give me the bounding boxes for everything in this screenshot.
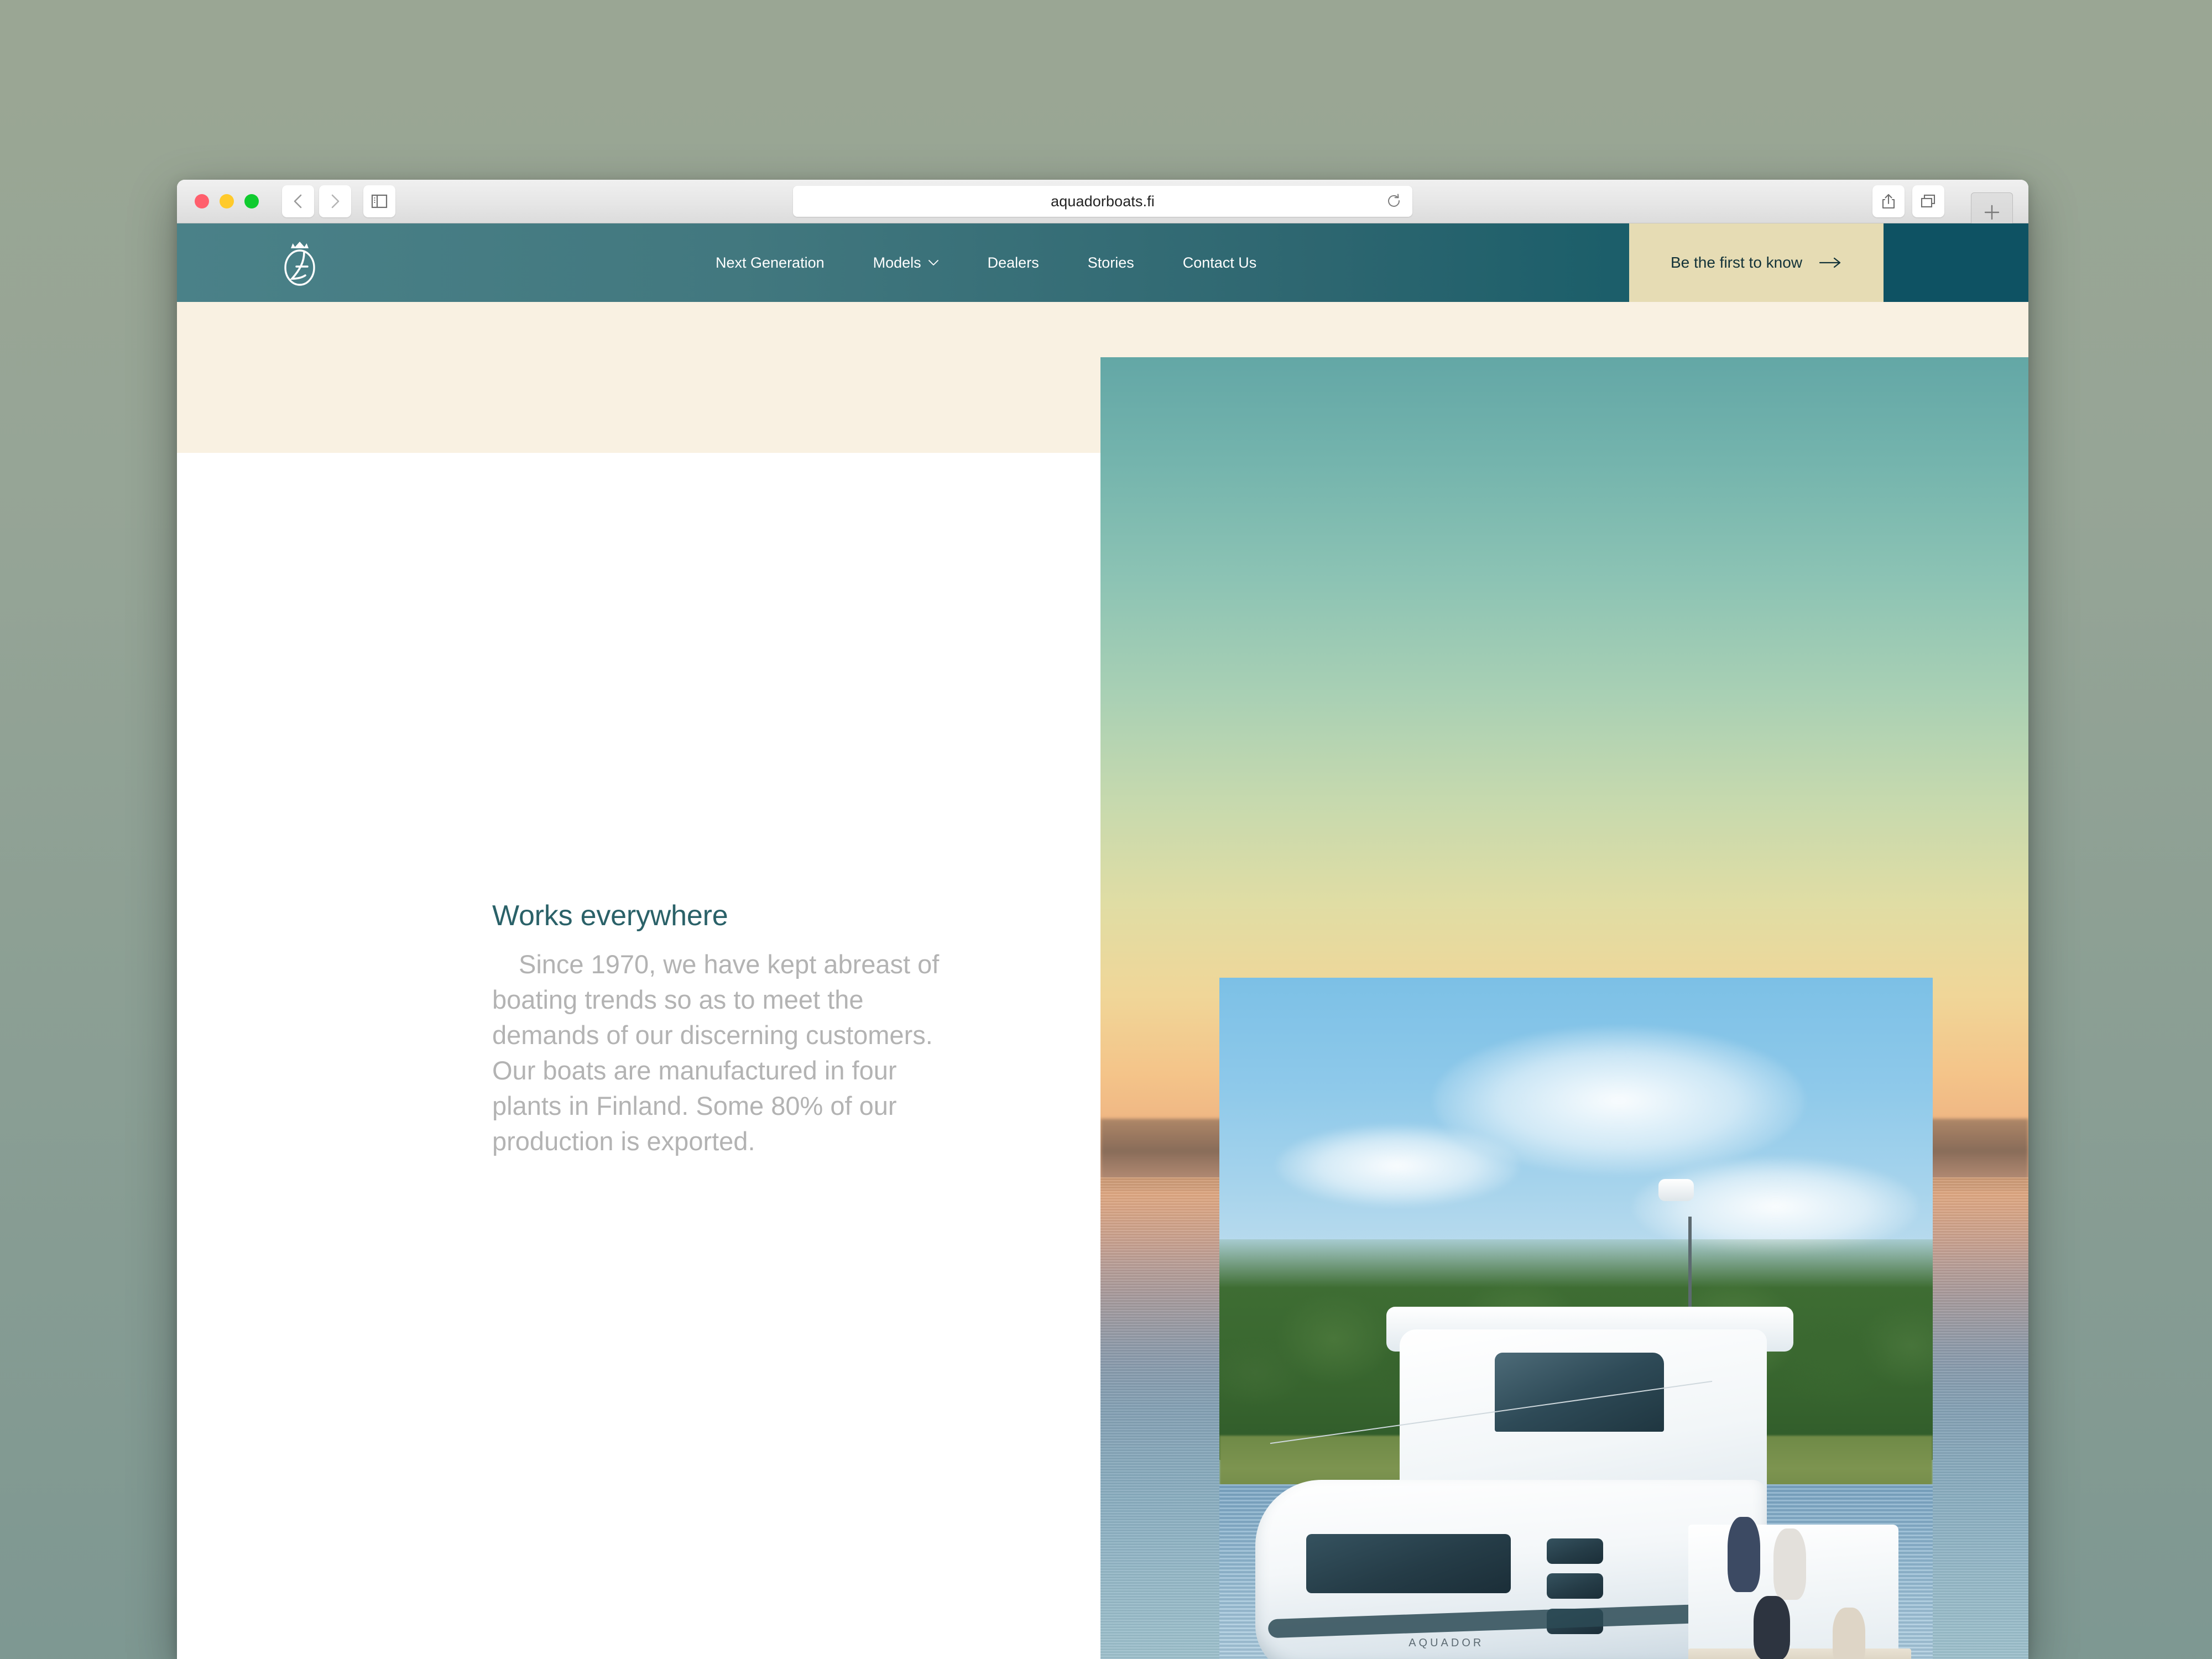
section-paragraph: Since 1970, we have kept abreast of boat…: [492, 950, 940, 1156]
person-figure: [1832, 1607, 1866, 1659]
sidebar-toggle-button[interactable]: [363, 185, 395, 217]
aquador-boat-photo[interactable]: AQUADOR: [1219, 978, 1933, 1659]
sidebar-toggle-icon: [371, 194, 388, 208]
boat-brand-text: AQUADOR: [1408, 1637, 1484, 1650]
show-tabs-button[interactable]: [1912, 185, 1944, 217]
back-button[interactable]: [282, 185, 314, 217]
chevron-down-icon: [928, 259, 939, 267]
aquador-boat: AQUADOR: [1255, 1178, 1912, 1659]
nav-item-contact-us[interactable]: Contact Us: [1159, 254, 1281, 272]
browser-window: aquadorboats.fi Next Generation Models D…: [177, 180, 2028, 1659]
nav-item-dealers[interactable]: Dealers: [963, 254, 1063, 272]
hero-media-column: AQUADOR A VAST NETWORK FOR MAINTENANCE, …: [1100, 357, 2028, 1659]
maximize-button[interactable]: [244, 194, 259, 208]
nav-item-next-generation[interactable]: Next Generation: [691, 254, 849, 272]
aquador-crown-logo-icon: [275, 238, 324, 288]
window-controls: [195, 194, 259, 208]
share-button[interactable]: [1872, 185, 1905, 217]
swim-platform: [1688, 1648, 1912, 1659]
url-text: aquadorboats.fi: [1051, 192, 1155, 210]
person-figure: [1773, 1528, 1807, 1600]
site-navigation-bar: Next Generation Models Dealers Stories C…: [177, 223, 2028, 302]
primary-nav: Next Generation Models Dealers Stories C…: [691, 223, 1629, 302]
nav-trailing-block: [1884, 223, 2028, 302]
radar-dome: [1658, 1178, 1694, 1201]
nav-label: Contact Us: [1182, 254, 1257, 271]
show-tabs-icon: [1920, 194, 1937, 209]
section-heading: Works everywhere: [492, 900, 728, 932]
nav-item-models[interactable]: Models: [849, 254, 963, 272]
share-icon: [1881, 193, 1896, 210]
be-the-first-to-know-button[interactable]: Be the first to know: [1629, 223, 1884, 302]
nav-item-stories[interactable]: Stories: [1063, 254, 1159, 272]
person-figure: [1754, 1596, 1790, 1659]
nav-label: Next Generation: [716, 254, 825, 271]
nav-label: Models: [873, 254, 921, 271]
toolbar-right-buttons: [1872, 185, 1944, 217]
plus-icon: [1983, 203, 2001, 222]
forward-button[interactable]: [319, 185, 351, 217]
address-bar[interactable]: aquadorboats.fi: [793, 186, 1412, 217]
person-figure: [1727, 1517, 1761, 1593]
arrow-right-icon: [1819, 257, 1842, 269]
hull-window: [1306, 1534, 1511, 1593]
site-logo[interactable]: [177, 223, 691, 302]
hull-window: [1547, 1573, 1603, 1599]
page-content: Works everywhere Since 1970, we have kep…: [177, 302, 2028, 1659]
minimize-button[interactable]: [220, 194, 234, 208]
chevron-left-icon: [291, 193, 305, 210]
close-button[interactable]: [195, 194, 209, 208]
cloud-shape: [1276, 1125, 1519, 1207]
chevron-right-icon: [328, 193, 342, 210]
nav-label: Dealers: [987, 254, 1039, 271]
reload-icon[interactable]: [1386, 193, 1402, 210]
browser-toolbar: aquadorboats.fi: [177, 180, 2028, 232]
nav-label: Stories: [1087, 254, 1134, 271]
navigation-buttons: [282, 185, 351, 217]
cta-label: Be the first to know: [1670, 254, 1803, 271]
hull-window: [1547, 1538, 1603, 1564]
works-everywhere-section: Works everywhere Since 1970, we have kep…: [492, 899, 951, 1159]
